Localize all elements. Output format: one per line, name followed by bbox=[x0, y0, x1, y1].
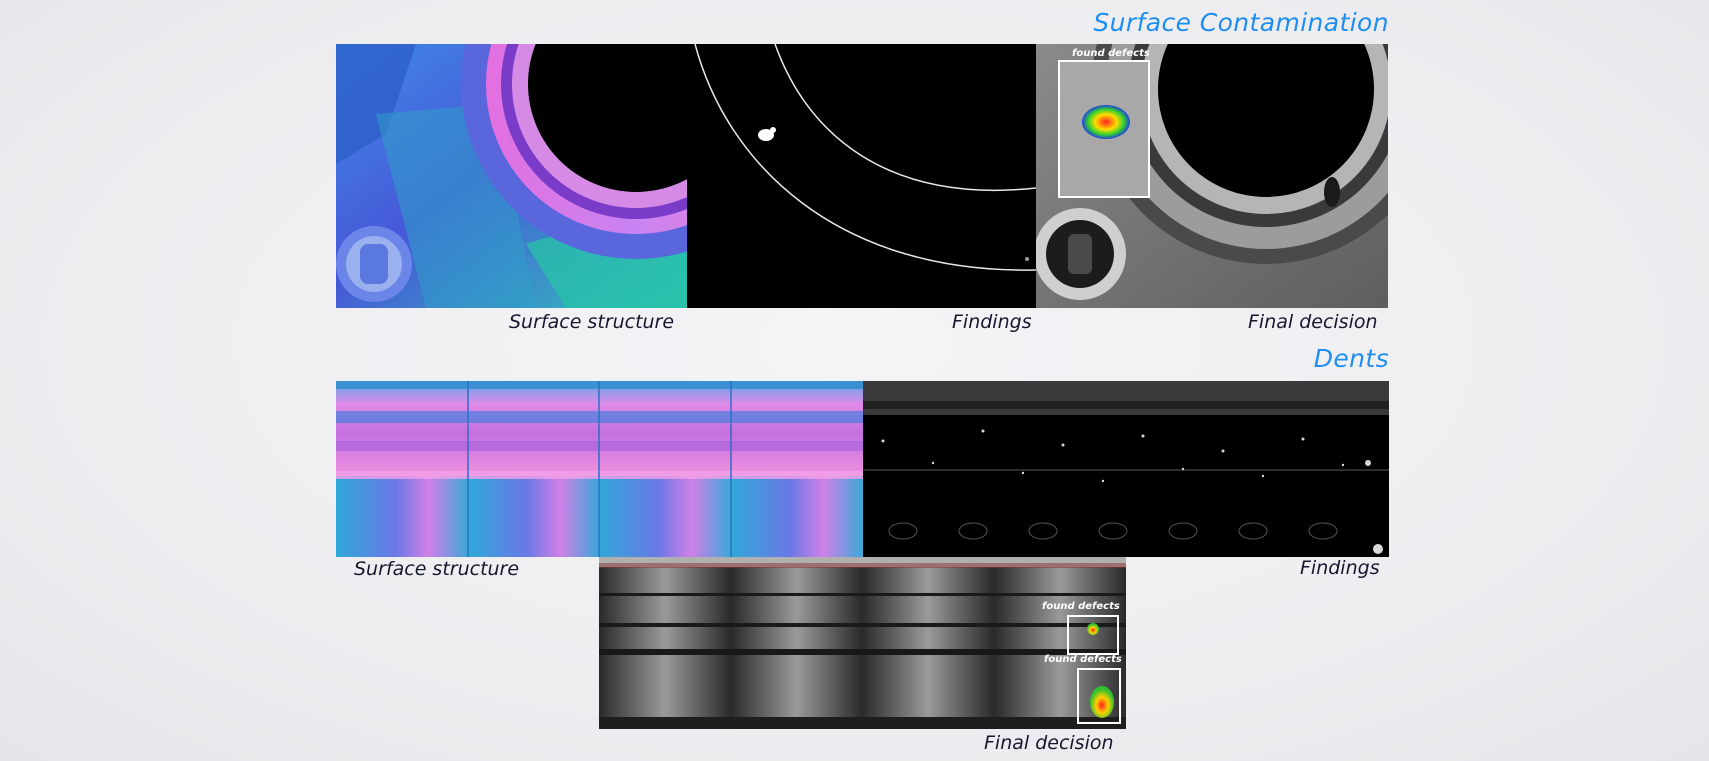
dents-findings-caption: Findings bbox=[1300, 557, 1380, 579]
contamination-structure-image bbox=[336, 44, 687, 308]
contamination-decision-caption: Final decision bbox=[1248, 311, 1378, 333]
defect-label-upper: found defects bbox=[1042, 601, 1120, 612]
contamination-structure-caption: Surface structure bbox=[509, 311, 675, 333]
defect-label: found defects bbox=[1072, 48, 1150, 59]
defect-label-lower: found defects bbox=[1044, 654, 1122, 665]
dents-decision-image: found defects found defects bbox=[599, 557, 1126, 729]
dents-findings-image bbox=[863, 381, 1389, 557]
dents-decision-caption: Final decision bbox=[984, 732, 1114, 754]
defect-bounding-box-upper bbox=[1067, 615, 1119, 655]
surface-contamination-title: Surface Contamination bbox=[1093, 8, 1389, 37]
contamination-findings-image bbox=[687, 44, 1036, 308]
dents-structure-caption: Surface structure bbox=[354, 558, 520, 580]
defect-bounding-box-lower bbox=[1077, 668, 1121, 724]
contamination-decision-image: found defects bbox=[1036, 44, 1388, 308]
defect-bounding-box bbox=[1058, 60, 1150, 198]
dents-structure-image bbox=[336, 381, 863, 557]
dents-title: Dents bbox=[1313, 344, 1389, 373]
contamination-findings-caption: Findings bbox=[952, 311, 1032, 333]
